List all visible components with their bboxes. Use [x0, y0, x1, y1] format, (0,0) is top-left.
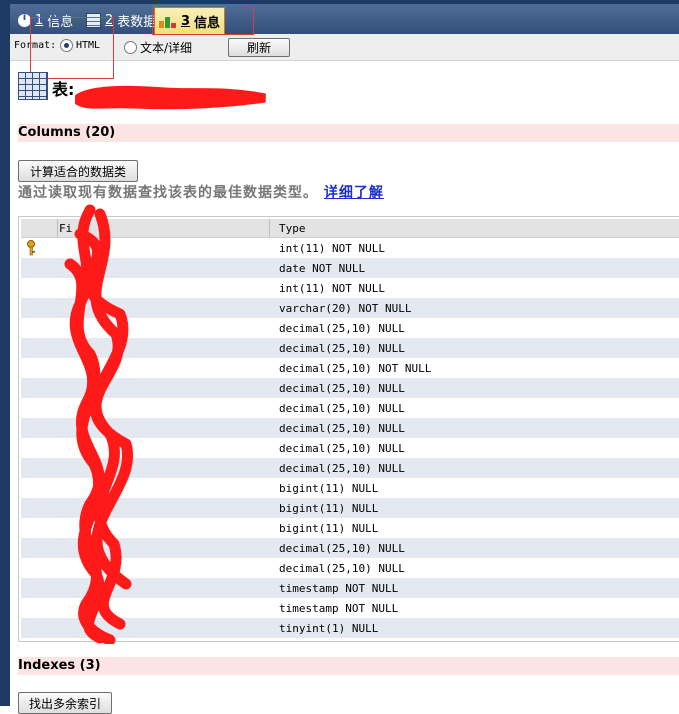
column-type: int(11) NOT NULL: [279, 242, 385, 255]
column-type: date NOT NULL: [279, 262, 366, 275]
format-label: Format:: [14, 40, 57, 51]
column-type: bigint(11) NULL: [279, 522, 379, 535]
format-html-radio[interactable]: HTML: [60, 39, 100, 52]
refresh-button[interactable]: 刷新: [228, 38, 290, 57]
column-type: varchar(20) NOT NULL: [279, 302, 412, 315]
column-type: decimal(25,10) NULL: [279, 382, 405, 395]
table-icon: [86, 12, 101, 28]
left-frame-edge: [0, 0, 10, 706]
column-type: decimal(25,10) NULL: [279, 322, 405, 335]
radio-label: HTML: [76, 40, 101, 51]
calculate-datatypes-button[interactable]: 计算适合的数据类: [18, 160, 138, 182]
column-type: decimal(25,10) NULL: [279, 462, 405, 475]
find-redundant-indexes-button[interactable]: 找出多余索引: [18, 692, 112, 714]
radio-label: 文本/详细: [140, 41, 193, 55]
tab-info-active[interactable]: 3 信息: [154, 7, 226, 34]
column-type: bigint(11) NULL: [279, 502, 379, 515]
tab-number: 2: [105, 12, 114, 28]
format-bar: Format: HTML 文本/详细 刷新: [10, 34, 679, 61]
tab-label: 信息: [194, 15, 221, 31]
datatype-hint: 通过读取现有数据查找该表的最佳数据类型。 详细了解: [18, 182, 384, 202]
tab-bar: 1 信息 2 表数据 3 信息: [10, 4, 679, 34]
table-icon: [18, 72, 48, 100]
hint-text: 通过读取现有数据查找该表的最佳数据类型。: [18, 185, 318, 201]
info-icon: [18, 12, 31, 27]
tab-info[interactable]: 1 信息: [14, 8, 77, 32]
column-type: decimal(25,10) NOT NULL: [279, 362, 432, 375]
radio-unselected-icon: [124, 41, 137, 54]
column-type: decimal(25,10) NULL: [279, 542, 405, 555]
learn-more-link[interactable]: 详细了解: [324, 185, 384, 201]
redaction-scribble: [64, 204, 134, 644]
format-text-radio[interactable]: 文本/详细: [124, 39, 192, 56]
table-header: 表:: [18, 72, 74, 100]
tab-number: 3: [181, 13, 191, 29]
indexes-section-title: Indexes (3): [18, 657, 679, 675]
chart-icon: [159, 15, 177, 28]
table-title: 表:: [52, 80, 75, 99]
column-type: decimal(25,10) NULL: [279, 422, 405, 435]
columns-section-title: Columns (20): [18, 124, 679, 142]
column-header-type[interactable]: Type: [279, 222, 306, 235]
column-type: decimal(25,10) NULL: [279, 562, 405, 575]
column-type: decimal(25,10) NULL: [279, 402, 405, 415]
radio-selected-icon: [60, 39, 73, 52]
column-type: bigint(11) NULL: [279, 482, 379, 495]
tab-table-data[interactable]: 2 表数据: [82, 8, 160, 32]
column-type: decimal(25,10) NULL: [279, 442, 405, 455]
tab-label: 表数据: [117, 14, 157, 30]
column-type: timestamp NOT NULL: [279, 602, 399, 615]
column-type: int(11) NOT NULL: [279, 282, 385, 295]
tab-number: 1: [35, 12, 44, 28]
column-type: tinyint(1) NULL: [279, 622, 379, 635]
redaction-scribble: [75, 85, 266, 110]
column-type: decimal(25,10) NULL: [279, 342, 405, 355]
tab-label: 信息: [47, 14, 74, 30]
column-type: timestamp NOT NULL: [279, 582, 399, 595]
